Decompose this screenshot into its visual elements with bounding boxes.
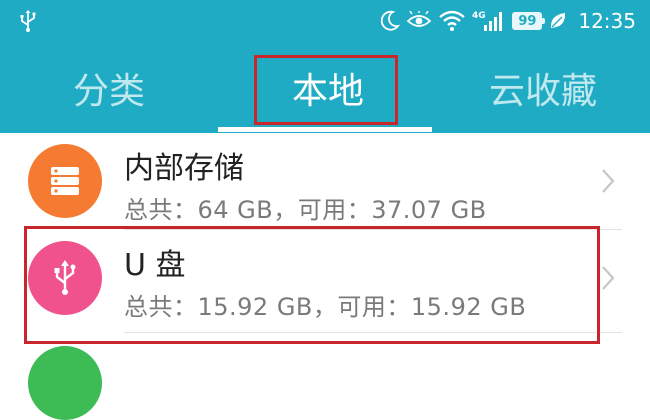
tab-local[interactable]: 本地 [254,60,402,116]
usb-icon [28,241,102,315]
svg-text:4G: 4G [472,11,486,21]
battery-icon: 99 [512,12,546,30]
app-header: 4G 99 12:35 分类 本地 云收藏 [0,0,650,133]
server-icon [28,144,102,218]
tab-cloud-favorites[interactable]: 云收藏 [450,60,636,116]
usb-detail: 总共：15.92 GB，可用：15.92 GB [124,293,527,321]
status-bar: 4G 99 12:35 [0,0,650,42]
chevron-right-icon [598,167,618,195]
chevron-right-icon [598,264,618,292]
storage-title: 内部存储 [124,151,244,186]
storage-detail: 总共：64 GB，可用：37.07 GB [124,196,487,224]
tab-active-indicator [218,127,432,132]
usb-status-icon [18,9,38,33]
tab-categories[interactable]: 分类 [34,60,184,116]
list-item-internal-storage[interactable]: 内部存储 总共：64 GB，可用：37.07 GB [0,133,650,230]
battery-level: 99 [518,13,537,29]
divider [124,332,622,333]
leaf-icon [548,11,568,31]
eye-icon [406,11,432,31]
next-item-icon[interactable] [28,346,102,420]
signal-icon: 4G [472,9,504,33]
moon-icon [380,10,401,32]
status-time: 12:35 [578,9,636,33]
usb-title: U 盘 [124,248,186,283]
status-icons: 4G 99 12:35 [380,8,636,34]
list-item-usb-drive[interactable]: U 盘 总共：15.92 GB，可用：15.92 GB [0,230,650,333]
wifi-icon [438,10,466,32]
